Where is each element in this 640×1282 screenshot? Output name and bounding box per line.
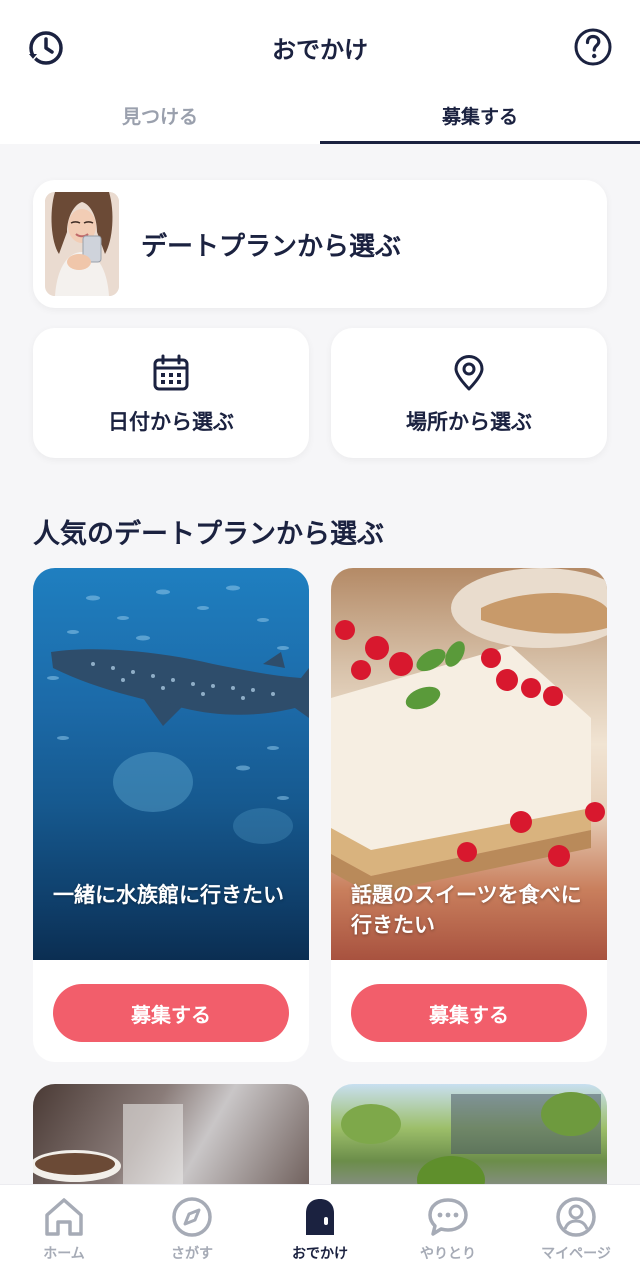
- select-by-date-label: 日付から選ぶ: [108, 410, 234, 434]
- nav-messages[interactable]: やりとり: [384, 1185, 512, 1282]
- home-icon: [0, 1195, 128, 1239]
- app-header: おでかけ: [0, 0, 640, 96]
- sweets-caption: 話題のスイーツを食べに行きたい: [351, 883, 582, 937]
- door-icon: [256, 1195, 384, 1239]
- date-plan-label: デートプランから選ぶ: [141, 232, 402, 262]
- compass-icon: [128, 1195, 256, 1239]
- user-icon: [512, 1195, 640, 1239]
- nav-outing[interactable]: おでかけ: [256, 1185, 384, 1282]
- nav-search-label: さがす: [171, 1246, 213, 1262]
- tab-discover[interactable]: 見つける: [0, 88, 320, 144]
- nav-mypage[interactable]: マイページ: [512, 1185, 640, 1282]
- select-by-place-label: 場所から選ぶ: [406, 410, 532, 434]
- select-by-place-card[interactable]: 場所から選ぶ: [331, 328, 607, 458]
- nav-outing-label: おでかけ: [292, 1246, 348, 1262]
- tab-bar: 見つける 募集する: [0, 88, 640, 144]
- nav-search[interactable]: さがす: [128, 1185, 256, 1282]
- aquarium-caption: 一緒に水族館に行きたい: [53, 883, 284, 907]
- calendar-icon: [33, 354, 309, 392]
- section-title: 人気のデートプランから選ぶ: [33, 519, 384, 550]
- tab-recruit[interactable]: 募集する: [320, 88, 640, 144]
- nav-home-label: ホーム: [43, 1246, 85, 1262]
- sweets-recruit-button[interactable]: 募集する: [351, 984, 587, 1042]
- page-title: おでかけ: [272, 36, 368, 64]
- aquarium-plan-card[interactable]: 一緒に水族館に行きたい 募集する: [33, 568, 309, 1062]
- date-plan-card[interactable]: デートプランから選ぶ: [33, 180, 607, 308]
- nav-home[interactable]: ホーム: [0, 1185, 128, 1282]
- map-pin-icon: [331, 354, 607, 392]
- plan-thumbnail-image: [45, 192, 119, 296]
- street-plan-card[interactable]: [331, 1084, 607, 1194]
- select-by-date-card[interactable]: 日付から選ぶ: [33, 328, 309, 458]
- aquarium-recruit-button[interactable]: 募集する: [53, 984, 289, 1042]
- coffee-plan-card[interactable]: [33, 1084, 309, 1194]
- chat-icon: [384, 1195, 512, 1239]
- bottom-navigation: ホーム さがす おでかけ やりとり マイページ: [0, 1184, 640, 1282]
- nav-messages-label: やりとり: [420, 1246, 476, 1262]
- sweets-plan-card[interactable]: 話題のスイーツを食べに行きたい 募集する: [331, 568, 607, 1062]
- help-icon[interactable]: [572, 26, 614, 68]
- nav-mypage-label: マイページ: [541, 1246, 611, 1262]
